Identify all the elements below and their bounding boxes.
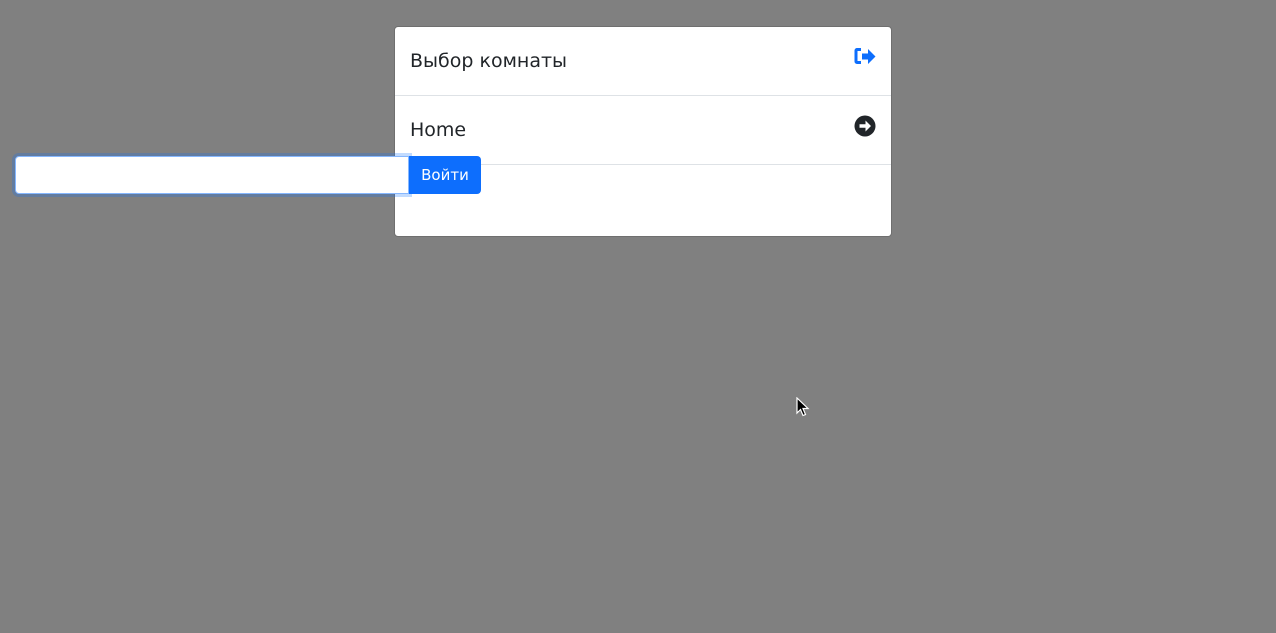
sign-out-button[interactable] xyxy=(853,45,877,69)
room-selection-card: Выбор комнаты Home xyxy=(394,26,892,237)
room-name-input[interactable] xyxy=(15,156,409,194)
room-name: Home xyxy=(410,119,467,141)
join-button[interactable]: Войти xyxy=(409,156,481,194)
room-list-item[interactable]: Home xyxy=(395,96,891,165)
enter-room-button[interactable] xyxy=(853,114,877,138)
page-title: Выбор комнаты xyxy=(410,50,568,72)
arrow-circle-right-icon xyxy=(854,115,876,137)
mouse-cursor-icon xyxy=(796,397,810,417)
sign-out-icon xyxy=(854,48,875,64)
room-selection-header: Выбор комнаты xyxy=(395,27,891,96)
